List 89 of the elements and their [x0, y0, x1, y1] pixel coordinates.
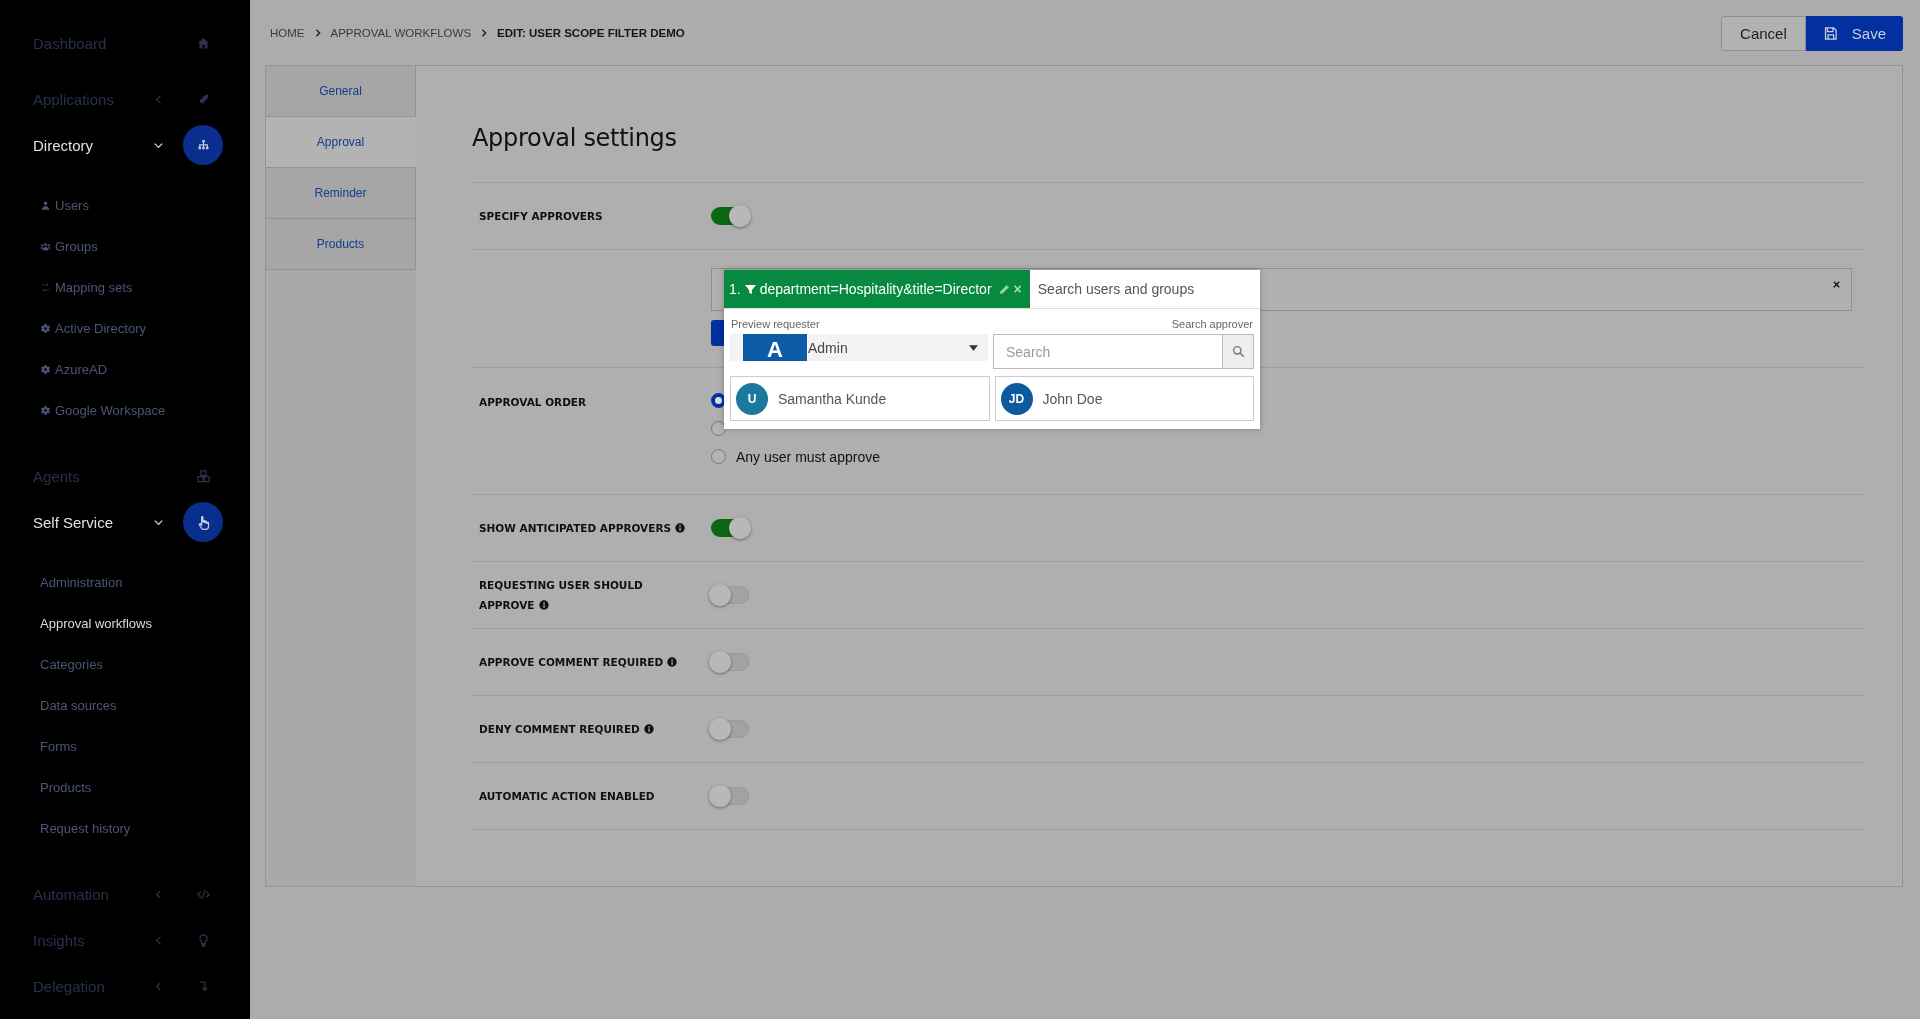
- close-icon[interactable]: [1832, 280, 1841, 289]
- sidebar-subitem[interactable]: Approval workflows: [40, 616, 152, 631]
- field-label: Preview requester: [731, 318, 820, 330]
- toggle-switch[interactable]: [711, 586, 749, 604]
- sidebar-subitem[interactable]: Products: [40, 780, 92, 795]
- group-icon: [40, 241, 51, 252]
- radio-button[interactable]: [711, 421, 726, 436]
- toggle-switch[interactable]: [711, 653, 749, 671]
- setting-label: REQUESTING USER SHOULD APPROVE: [479, 578, 644, 613]
- avatar: A: [743, 334, 807, 361]
- pointing-hand-icon[interactable]: [183, 502, 223, 542]
- tab[interactable]: Approval: [266, 117, 416, 168]
- sidebar-subitem[interactable]: Data sources: [40, 698, 117, 713]
- pencil-icon[interactable]: [998, 283, 1010, 295]
- tab[interactable]: General: [266, 66, 416, 117]
- setting-label: APPROVAL ORDER: [479, 395, 588, 410]
- radio-label[interactable]: Any user must approve: [736, 448, 880, 465]
- gear-icon: [40, 323, 51, 334]
- breadcrumb-link[interactable]: HOME: [270, 26, 305, 39]
- search-icon: [1231, 345, 1245, 358]
- requester-name: Admin: [808, 339, 849, 356]
- remove-tag-button[interactable]: ×: [1013, 281, 1022, 297]
- sidebar-subitem[interactable]: Google Workspace: [55, 403, 166, 418]
- sidebar-subitem[interactable]: Active Directory: [55, 321, 147, 336]
- sidebar-subitem[interactable]: Request history: [40, 821, 131, 836]
- info-icon[interactable]: [667, 657, 678, 667]
- sidebar-item[interactable]: Dashboard: [33, 34, 153, 52]
- filter-tag[interactable]: 1. department=Hospitality&title=Director ×: [724, 270, 1030, 308]
- page-title: Approval settings: [472, 124, 678, 152]
- setting-label: SHOW ANTICIPATED APPROVERS: [479, 518, 711, 538]
- requester-dropdown[interactable]: A Admin: [730, 334, 988, 361]
- field-label: Search approver: [1171, 318, 1253, 330]
- approver-card[interactable]: U Samantha Kunde: [730, 376, 990, 421]
- search-button[interactable]: [1222, 334, 1254, 369]
- sidebar-item[interactable]: Self Service: [33, 513, 153, 531]
- save-button[interactable]: Save: [1805, 16, 1903, 51]
- setting-label: SPECIFY APPROVERS: [479, 209, 604, 224]
- sidebar-item[interactable]: Delegation: [33, 977, 153, 995]
- avatar: U: [736, 382, 768, 415]
- tab[interactable]: Reminder: [266, 168, 416, 219]
- approver-card[interactable]: JD John Doe: [994, 376, 1254, 421]
- user-icon: [40, 200, 51, 211]
- gear-icon: [40, 364, 51, 375]
- search-field[interactable]: Search users and groups: [1029, 270, 1260, 308]
- chevron-left-icon[interactable]: [153, 980, 164, 992]
- toggle-switch[interactable]: [711, 519, 749, 537]
- info-icon[interactable]: [643, 724, 654, 734]
- tab[interactable]: Products: [266, 219, 416, 270]
- chevron-right-icon: [313, 28, 322, 37]
- gear-icon: [40, 405, 51, 416]
- breadcrumb-link[interactable]: APPROVAL WORKFLOWS: [330, 26, 472, 39]
- breadcrumb-current: EDIT: USER SCOPE FILTER DEMO: [497, 26, 685, 39]
- sidebar-subitem[interactable]: Users: [55, 198, 89, 213]
- avatar: JD: [1000, 382, 1033, 415]
- sidebar-item[interactable]: Agents: [33, 467, 153, 485]
- toggle-switch[interactable]: [711, 787, 749, 805]
- tag-text: department=Hospitality&title=Director: [759, 281, 992, 297]
- sidebar-item[interactable]: Insights: [33, 931, 153, 949]
- info-icon[interactable]: [675, 523, 686, 533]
- filter-icon: [744, 283, 756, 295]
- sitemap-icon[interactable]: [183, 125, 223, 165]
- chevron-left-icon[interactable]: [153, 934, 164, 946]
- toggle-switch[interactable]: [711, 720, 749, 738]
- home-icon[interactable]: [195, 35, 211, 51]
- approver-name: Samantha Kunde: [778, 390, 887, 407]
- toggle-switch[interactable]: [711, 207, 749, 225]
- sidebar-item[interactable]: Directory: [33, 136, 153, 154]
- setting-label: DENY COMMENT REQUIRED: [479, 719, 711, 739]
- sidebar-subitem[interactable]: Administration: [40, 575, 123, 590]
- sidebar-subitem[interactable]: Groups: [55, 239, 98, 254]
- sidebar-subitem[interactable]: AzureAD: [55, 362, 108, 377]
- sidebar-item[interactable]: Applications: [33, 90, 153, 108]
- search-field[interactable]: Search: [993, 334, 1222, 369]
- chevron-right-icon: [480, 28, 489, 37]
- cancel-button[interactable]: Cancel: [1721, 16, 1806, 51]
- chevron-left-icon[interactable]: [153, 93, 164, 105]
- sidebar-subitem[interactable]: Forms: [40, 739, 77, 754]
- chevron-left-icon[interactable]: [153, 888, 164, 900]
- cubes-icon[interactable]: [195, 468, 211, 484]
- setting-label: AUTOMATIC ACTION ENABLED: [479, 789, 656, 804]
- info-icon[interactable]: [538, 600, 549, 610]
- radio-button[interactable]: [711, 449, 726, 464]
- sidebar-subitem[interactable]: Mapping sets: [55, 280, 133, 295]
- approver-name: John Doe: [1042, 390, 1103, 407]
- sidebar-subitem[interactable]: Categories: [40, 657, 103, 672]
- setting-label: APPROVE COMMENT REQUIRED: [479, 652, 711, 672]
- caret-icon: [969, 344, 978, 351]
- tag-number: 1.: [729, 281, 741, 297]
- sidebar-item[interactable]: Automation: [33, 885, 153, 903]
